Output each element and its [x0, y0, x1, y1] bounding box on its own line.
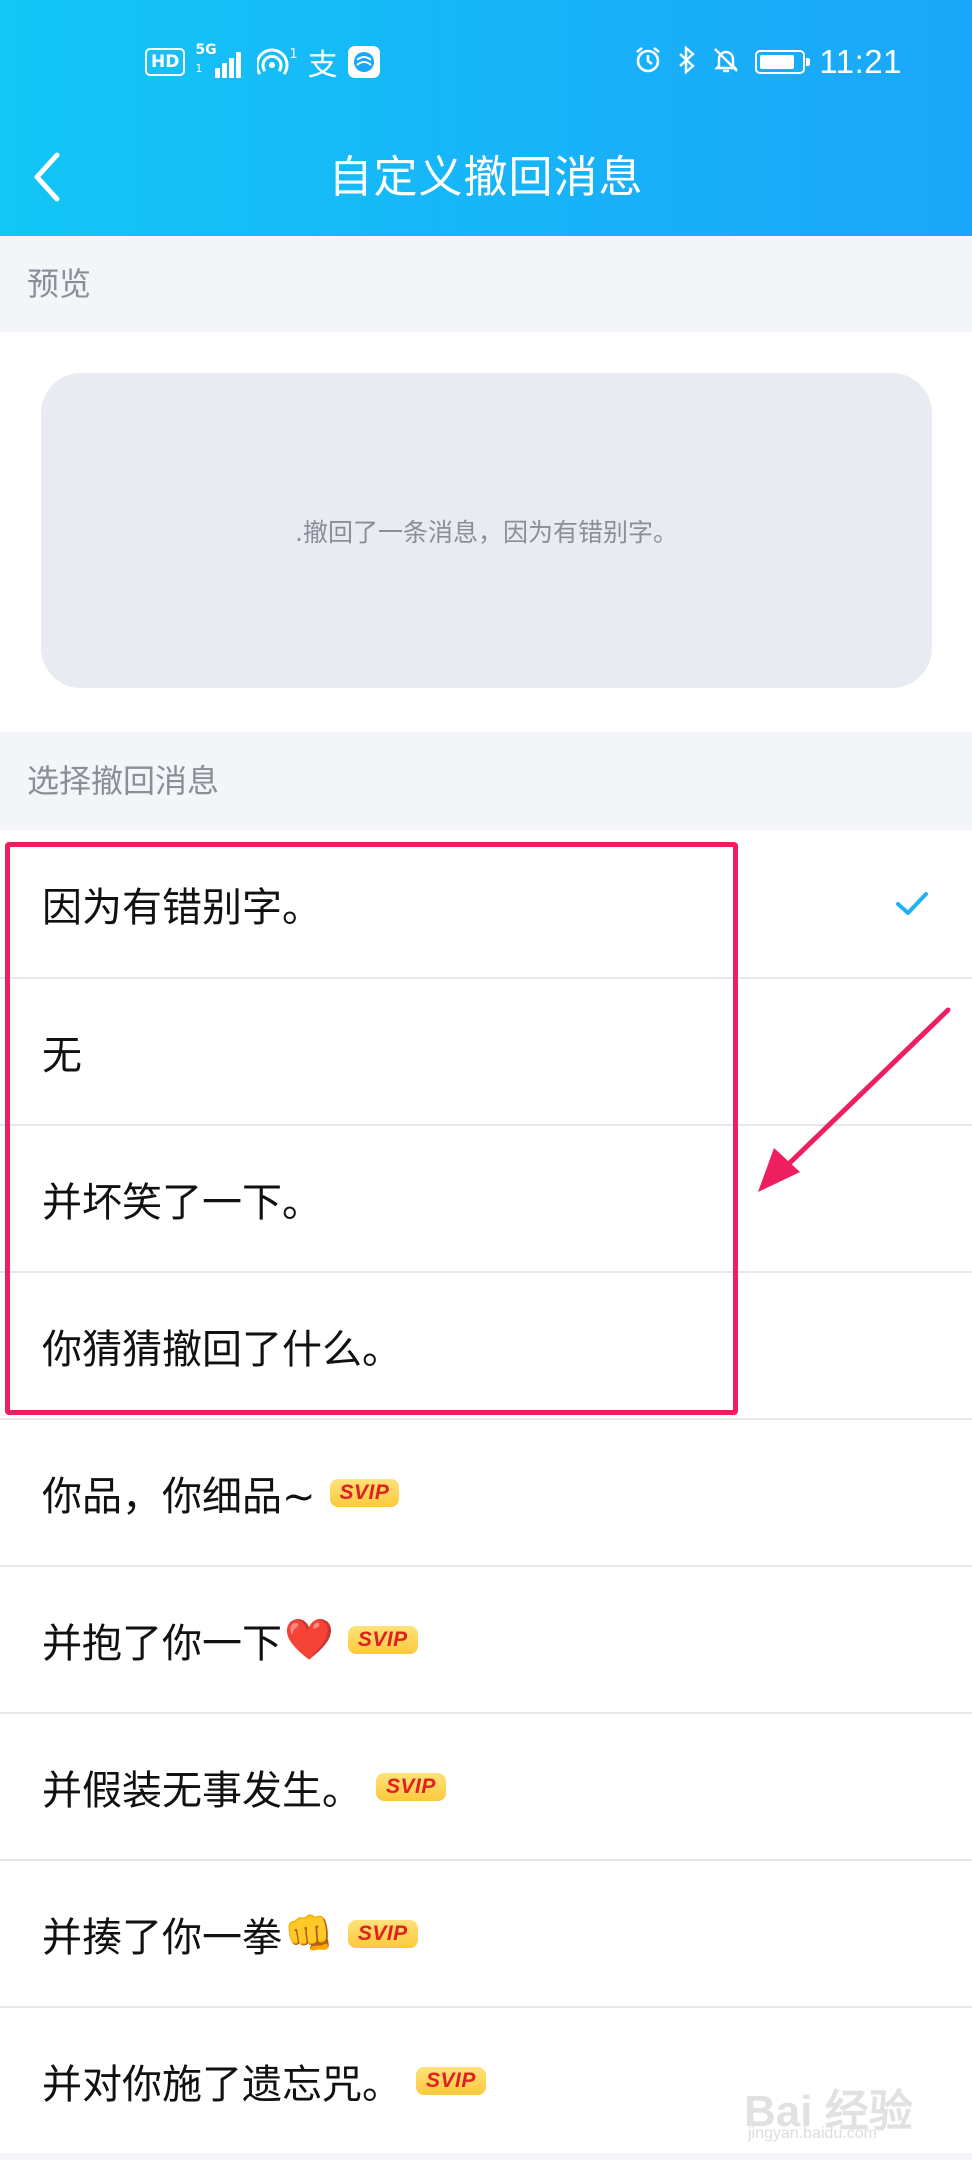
status-bar: HD 5G 1 1 支 11:21 — [0, 0, 972, 120]
list-item[interactable]: 并揍了你一拳 👊 SVIP — [0, 1859, 972, 2006]
choices-section-header: 选择撤回消息 — [0, 732, 972, 830]
hotspot-sub-label: 1 — [289, 47, 298, 62]
network-type-label: 5G — [195, 42, 217, 58]
list-item[interactable]: 并假装无事发生。 SVIP — [0, 1712, 972, 1859]
hotspot-icon: 1 — [257, 47, 298, 77]
svip-badge: SVIP — [347, 1919, 418, 1948]
list-item[interactable]: 你品，你细品~ SVIP — [0, 1418, 972, 1565]
svip-badge: SVIP — [347, 1625, 418, 1654]
svip-badge: SVIP — [416, 2066, 486, 2095]
list-item-label: 因为有错别字。 — [42, 884, 322, 931]
status-left: HD 5G 1 1 支 — [145, 42, 380, 83]
hd-icon: HD — [145, 48, 186, 76]
alipay-icon: 支 — [307, 48, 338, 83]
list-item[interactable]: 你猜猜撤回了什么。 — [0, 1271, 972, 1418]
list-item-label: 并对你施了遗忘咒。 — [42, 2061, 402, 2108]
list-item-label: 你猜猜撤回了什么。 — [42, 1326, 402, 1373]
preview-message-text: .撤回了一条消息，因为有错别字。 — [295, 517, 678, 547]
list-item[interactable]: 并抱了你一下 ❤️ SVIP — [0, 1565, 972, 1712]
watermark-url: jingyan.baidu.com — [748, 2125, 877, 2142]
preview-message-bubble: .撤回了一条消息，因为有错别字。 — [41, 373, 932, 688]
list-item-label: 并坏笑了一下。 — [42, 1179, 322, 1226]
preview-panel: .撤回了一条消息，因为有错别字。 — [0, 332, 972, 732]
fist-emoji-icon: 👊 — [284, 1911, 334, 1957]
heart-emoji-icon: ❤️ — [284, 1617, 334, 1663]
list-item-label: 并假装无事发生。 — [42, 1767, 362, 1814]
preview-section-label: 预览 — [27, 265, 92, 303]
network-sub-label: 1 — [195, 62, 203, 75]
list-item-label: 并揍了你一拳 — [42, 1914, 282, 1961]
clock: 11:21 — [819, 43, 902, 80]
preview-section-header: 预览 — [0, 236, 972, 332]
choices-section-label: 选择撤回消息 — [27, 762, 220, 800]
annotation-arrow-icon — [758, 1007, 951, 1192]
app-notification-icon — [347, 46, 380, 78]
watermark: Bai 经验 jingyan.baidu.com — [740, 2075, 970, 2155]
list-item[interactable]: 因为有错别字。 — [0, 830, 972, 977]
battery-icon — [755, 50, 811, 74]
list-item-label: 无 — [42, 1032, 82, 1079]
list-item-label: 并抱了你一下 — [42, 1620, 282, 1667]
alarm-icon — [633, 45, 663, 79]
mute-bell-icon — [711, 45, 741, 79]
page-title: 自定义撤回消息 — [328, 152, 644, 203]
nav-bar: 自定义撤回消息 — [0, 120, 972, 236]
bluetooth-icon — [677, 45, 697, 79]
signal-icon: 5G 1 — [195, 42, 247, 80]
svip-badge: SVIP — [376, 1772, 446, 1801]
list-item-label: 你品，你细品~ — [42, 1473, 316, 1520]
status-right: 11:21 — [633, 40, 902, 84]
svip-badge: SVIP — [329, 1478, 400, 1507]
checkmark-icon — [896, 891, 928, 915]
top-bar: HD 5G 1 1 支 11:21 自定义撤回消息 — [0, 0, 972, 236]
